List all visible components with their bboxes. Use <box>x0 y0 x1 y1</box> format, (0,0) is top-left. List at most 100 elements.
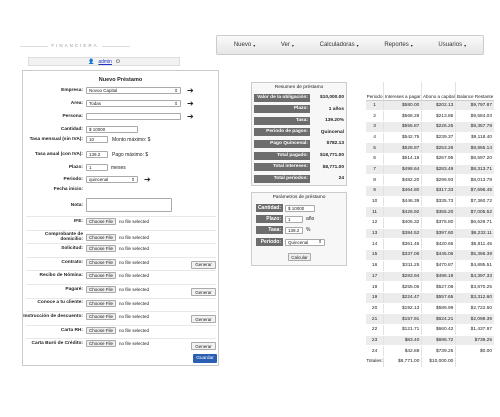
periodo-row: Periodo: quincenal ⇕ ➔ <box>23 176 218 184</box>
choose-file-button[interactable]: Choose File <box>86 245 117 253</box>
fecha-row: Fecha inicio: <box>23 187 218 193</box>
row-divider <box>26 284 216 285</box>
nav-usuarios[interactable]: Usuarios ▾ <box>434 40 470 50</box>
arrow-right-icon[interactable]: ➔ <box>187 113 194 121</box>
loan-summary-panel: Resumen de préstamo Valor de la obligaci… <box>251 82 347 186</box>
summary-value: $8,771.00 <box>322 164 344 170</box>
tasa-mensual-input[interactable]: 10 <box>86 136 108 143</box>
guardar-button[interactable]: Guardar <box>193 354 217 363</box>
summary-row: Pago Quincenal: $782.13 <box>254 139 346 148</box>
generar-button[interactable]: Generar <box>191 288 216 296</box>
param-plazo-input[interactable]: 1 <box>285 215 303 223</box>
row-divider <box>26 338 216 340</box>
table-row: 3 $555.87 $226.25 $9,357.78 <box>366 121 494 133</box>
periodo-select[interactable]: quincenal ⇕ <box>86 176 138 183</box>
table-cell: $445.06 <box>421 249 456 261</box>
table-cell: $317.33 <box>421 185 456 197</box>
summary-key: Valor de la obligación: <box>254 93 310 102</box>
file-row: Instrucción de descuento: Choose File no f… <box>23 313 218 321</box>
file-row: Carta RH: Choose File no file selected <box>23 326 218 334</box>
calcular-button[interactable]: Calcular <box>288 253 311 261</box>
table-row: 21 $157.91 $624.21 $2,098.39 <box>366 313 494 325</box>
table-cell: 18 <box>366 281 384 293</box>
table-cell: 17 <box>366 271 384 283</box>
empresa-select[interactable]: Novoo Capital ⇕ <box>86 87 181 94</box>
table-row: 6 $514.18 $267.95 $8,597.20 <box>366 153 494 165</box>
table-row: 8 $482.20 $299.93 $8,013.78 <box>366 174 494 186</box>
param-periodo-select[interactable]: Quincenal ⇕ <box>285 238 325 246</box>
plazo-unit: meses <box>111 164 126 171</box>
choose-file-button[interactable]: Choose File <box>86 218 117 225</box>
file-label: Carta RH: <box>60 327 83 333</box>
generar-button[interactable]: Generar <box>191 260 216 269</box>
nav-ver[interactable]: Ver ▾ <box>277 40 298 50</box>
persona-input[interactable] <box>86 113 181 120</box>
table-cell: $397.60 <box>421 228 456 240</box>
choose-file-button[interactable]: Choose File <box>86 299 117 307</box>
plazo-input[interactable]: 1 <box>86 164 108 171</box>
row-divider <box>26 270 216 272</box>
choose-file-button[interactable]: Choose File <box>86 313 117 321</box>
params-title: Parámetros de préstamo <box>272 195 326 200</box>
nav-calculadoras[interactable]: Calculadoras ▾ <box>316 40 363 50</box>
nota-textarea[interactable] <box>86 198 172 212</box>
no-file-text: no file selected <box>119 234 150 240</box>
tasa-anual-row: Tasa anual (con IVA): 139.2 Pago máximo:… <box>23 151 218 158</box>
caret-down-icon: ▾ <box>464 42 467 48</box>
no-file-text: no file selected <box>119 327 150 333</box>
choose-file-button[interactable]: Choose File <box>86 286 117 293</box>
username-link[interactable]: admin <box>98 59 112 65</box>
loan-params-panel: Parámetros de préstamo Cantidad: $ 10000… <box>251 192 347 266</box>
totals-cell: $8,771.00 <box>383 356 422 368</box>
generar-button[interactable]: Generar <box>191 315 216 324</box>
row-divider <box>26 324 216 326</box>
table-row: 22 $121.71 $660.42 $1,437.97 <box>366 324 494 336</box>
table-cell: 3 <box>366 121 384 133</box>
table-cell: $9,118.40 <box>455 132 494 144</box>
table-cell: $624.21 <box>421 313 456 325</box>
arrow-right-icon[interactable]: ➔ <box>144 176 151 184</box>
choose-file-button[interactable]: Choose File <box>86 258 117 266</box>
arrow-right-icon[interactable]: ➔ <box>187 100 194 108</box>
file-row: IFE: Choose File no file selected <box>23 218 218 225</box>
table-cell: $739.25 <box>421 345 456 357</box>
table-cell: $8,013.78 <box>455 174 494 186</box>
row-divider <box>26 311 216 313</box>
file-label: Conoce a tu cliente: <box>37 300 83 306</box>
nav-reportes[interactable]: Reportes ▾ <box>380 40 416 50</box>
logo: FINANCIERA <box>20 40 130 52</box>
summary-key: Periodo de pagos: <box>254 128 310 137</box>
choose-file-button[interactable]: Choose File <box>86 272 117 280</box>
updown-icon: ⇕ <box>174 87 178 93</box>
summary-title: Resumen de préstamo <box>274 85 324 90</box>
arrow-right-icon[interactable]: ➔ <box>187 87 194 95</box>
nav-nuevo[interactable]: Nuevo ▾ <box>230 40 259 50</box>
param-periodo-value: Quincenal <box>288 239 309 245</box>
periodo-label: Periodo: <box>63 176 83 182</box>
updown-icon: ⇕ <box>131 176 135 182</box>
table-cell: 12 <box>366 217 384 229</box>
area-row: Area: Todas ⇕ ➔ <box>23 100 218 108</box>
summary-row: Plazo: 1 años <box>254 105 346 114</box>
param-cantidad-input[interactable]: $ 10000 <box>285 204 315 212</box>
generar-button[interactable]: Generar <box>191 342 216 351</box>
table-cell: 10 <box>366 196 384 208</box>
table-cell: $528.87 <box>383 142 422 154</box>
table-row: 4 $542.75 $239.37 $9,118.40 <box>366 132 494 144</box>
table-cell: $83.40 <box>383 335 422 347</box>
param-tasa-input[interactable]: 139.2 <box>285 226 303 234</box>
table-row: 17 $283.94 $498.19 $4,397.33 <box>366 271 494 283</box>
choose-file-button[interactable]: Choose File <box>86 326 117 334</box>
choose-file-button[interactable]: Choose File <box>86 340 117 348</box>
table-row: 1 $580.00 $202.13 $9,797.87 <box>366 100 494 112</box>
table-row: 20 $192.13 $589.99 $2,722.60 <box>366 303 494 315</box>
cantidad-input[interactable]: $ 10000 <box>86 126 138 133</box>
table-cell: $4,397.33 <box>455 271 494 283</box>
table-cell: $253.26 <box>421 142 456 154</box>
table-cell: $202.13 <box>421 100 456 112</box>
power-icon[interactable]: ⏻ <box>116 59 120 65</box>
param-cantidad-row: Cantidad: $ 10000 <box>256 203 315 213</box>
choose-file-button[interactable]: Choose File <box>86 233 117 241</box>
area-select[interactable]: Todas ⇕ <box>86 100 181 107</box>
table-cell: 21 <box>366 313 384 325</box>
